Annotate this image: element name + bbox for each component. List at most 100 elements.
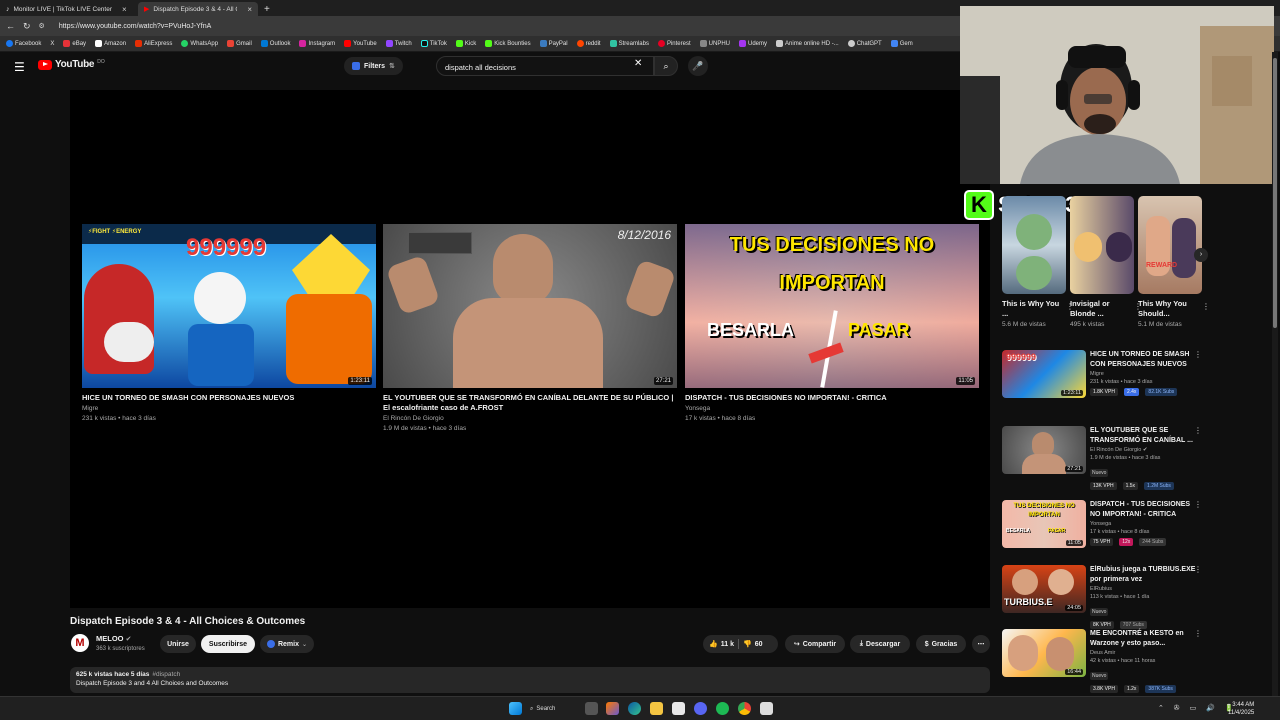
bookmark-kick[interactable]: Kick [455,40,476,47]
short-thumbnail[interactable] [1070,196,1134,294]
bookmark-ebay[interactable]: eBay [63,40,86,47]
close-icon[interactable]: × [122,5,127,14]
endcard-video[interactable]: TUS DECISIONES NO IMPORTAN BESARLA PASAR… [685,224,979,423]
chrome-icon[interactable] [738,702,751,715]
scrollbar-thumb[interactable] [1273,58,1277,328]
search-input[interactable] [437,58,617,77]
subscribe-button[interactable]: Suscribirse [201,635,255,653]
dislike-button[interactable]: 👎 60 [743,640,763,649]
new-tab-button[interactable]: + [258,2,276,16]
bookmark-kick-bounties[interactable]: Kick Bounties [485,40,531,47]
short-item[interactable]: REWARD This Why You Should... 5.1 M de v… [1138,196,1210,328]
site-info-icon[interactable]: ⚙ [39,22,45,30]
bookmark-paypal[interactable]: PayPal [539,40,568,47]
bookmark-youtube[interactable]: YouTube [344,40,377,47]
bookmark-chatgpt[interactable]: ChatGPT [847,40,882,47]
scrollbar[interactable] [1272,52,1278,696]
endcard-thumbnail[interactable]: ⚡FIGHT ⚡ENERGY 999999 1:23:11 [82,224,376,388]
bookmark-whatsapp[interactable]: WhatsApp [181,40,218,47]
bookmark-gmail[interactable]: Gmail [227,40,252,47]
rec-thumbnail[interactable]: TURBIUS.E 24:05 [1002,565,1086,613]
close-icon[interactable]: × [247,5,252,14]
bookmark-gem[interactable]: Gem [890,40,913,47]
thanks-button[interactable]: $ Gracias [916,635,966,653]
copilot-icon[interactable] [606,702,619,715]
share-button[interactable]: ↪ Compartir [785,635,845,653]
tab-tiktok-monitor[interactable]: ♪ Monitor LIVE | TikTok LIVE Center × [0,2,138,16]
clock[interactable]: 3:44 AM 11/4/2025 [1228,701,1254,717]
list-item[interactable]: 999999 1:23:11 HICE UN TORNEO DE SMASH C… [1002,350,1212,410]
notepad-icon[interactable] [760,702,773,715]
rec-thumbnail[interactable]: TUS DECISIONES NO IMPORTAN BESARLA PASAR… [1002,500,1086,548]
endcard-title[interactable]: EL YOUTUBER QUE SE TRANSFORMÓ EN CANÍBAL… [383,393,677,413]
rec-thumbnail[interactable]: 999999 1:23:11 [1002,350,1086,398]
rec-thumbnail[interactable]: 16:44 [1002,629,1086,677]
bookmark-tiktok[interactable]: TikTok [420,40,447,47]
bookmark-pinterest[interactable]: Pinterest [657,40,691,47]
description-box[interactable]: 625 k vistas hace 5 días #dispatch Dispat… [70,667,990,693]
endcard-thumbnail[interactable]: 8/12/2016 27:21 [383,224,677,388]
video-player[interactable]: ⚡FIGHT ⚡ENERGY 999999 1:23:11 HICE UN TO… [70,90,990,608]
bookmark-anime[interactable]: Anime online HD -... [776,40,839,47]
clear-search-icon[interactable]: ✕ [634,58,642,69]
system-tray[interactable]: ⌃ ✇ ▭ 🔊 🔋 [1158,704,1238,712]
download-button[interactable]: ⤓ Descargar [850,635,910,653]
remix-button[interactable]: Remix ⌄ [260,635,314,653]
more-options-icon[interactable]: ⋮ [1202,302,1210,311]
short-thumbnail[interactable]: REWARD [1138,196,1202,294]
mic-icon[interactable]: 🎤 [688,56,708,76]
more-options-icon[interactable]: ⋮ [1194,350,1202,359]
more-options-icon[interactable]: ⋮ [1194,500,1202,509]
hashtag-link[interactable]: #dispatch [152,671,180,678]
bookmark-instagram[interactable]: Instagram [299,40,335,47]
menu-icon[interactable]: ☰ [14,60,25,74]
endcard-title[interactable]: HICE UN TORNEO DE SMASH CON PERSONAJES N… [82,393,376,403]
bookmark-udemy[interactable]: Udemy [739,40,767,47]
endcard-thumbnail[interactable]: TUS DECISIONES NO IMPORTAN BESARLA PASAR… [685,224,979,388]
filters-button[interactable]: Filters ⇅ [344,57,403,75]
bookmark-amazon[interactable]: Amazon [95,40,126,47]
url-field[interactable]: https://www.youtube.com/watch?v=PVuHoJ-Y… [59,23,211,30]
back-icon[interactable]: ← [6,21,15,31]
list-item[interactable]: 16:44 ME ENCONTRÉ a KESTO en Warzone y e… [1002,629,1212,693]
search-button[interactable]: ⌕ [654,56,678,76]
list-item[interactable]: 27:21 EL YOUTUBER QUE SE TRANSFORMÓ EN C… [1002,426,1212,490]
store-icon[interactable] [672,702,685,715]
bookmark-x[interactable]: X [50,41,54,47]
spotify-icon[interactable] [716,702,729,715]
taskbar-search[interactable]: ⌕ Search [530,702,574,716]
endcard-video[interactable]: ⚡FIGHT ⚡ENERGY 999999 1:23:11 HICE UN TO… [82,224,376,423]
bookmark-aliexpress[interactable]: AliExpress [135,40,172,47]
edge-icon[interactable] [628,702,641,715]
windows-start-icon[interactable] [509,702,522,715]
tab-youtube-dispatch[interactable]: ▶ Dispatch Episode 3 & 4 - All Ch... × [138,2,258,16]
bookmark-facebook[interactable]: Facebook [6,40,41,47]
bookmark-twitch[interactable]: Twitch [385,40,412,47]
like-button[interactable]: 👍 11 k [709,640,734,649]
join-button[interactable]: Unirse [160,635,196,653]
file-explorer-icon[interactable] [650,702,663,715]
short-item[interactable]: Invisigal or Blonde ... 495 k vistas ⋮ [1070,196,1142,328]
list-item[interactable]: TUS DECISIONES NO IMPORTAN BESARLA PASAR… [1002,500,1212,560]
task-view-icon[interactable] [585,702,598,715]
bookmark-reddit[interactable]: reddit [576,40,601,47]
bookmark-streamlabs[interactable]: Streamlabs [609,40,649,47]
bookmark-unphu[interactable]: UNPHU [699,40,730,47]
more-actions-button[interactable]: ⋯ [972,635,990,653]
bookmark-outlook[interactable]: Outlook [260,40,290,47]
chevron-right-icon[interactable]: › [1194,248,1208,262]
reload-icon[interactable]: ↻ [23,21,31,32]
list-item[interactable]: TURBIUS.E 24:05 ElRubius juega a TURBIUS… [1002,565,1212,629]
channel-name[interactable]: MELOO ✔ [96,634,131,643]
more-options-icon[interactable]: ⋮ [1194,565,1202,574]
rec-thumbnail[interactable]: 27:21 [1002,426,1086,474]
more-options-icon[interactable]: ⋮ [1194,426,1202,435]
endcard-title[interactable]: DISPATCH - TUS DECISIONES NO IMPORTAN! -… [685,393,979,403]
avatar[interactable]: M [71,634,89,652]
short-item[interactable]: This is Why You ... 5.6 M de vistas ⋮ [1002,196,1074,328]
more-options-icon[interactable]: ⋮ [1194,629,1202,638]
short-thumbnail[interactable] [1002,196,1066,294]
discord-icon[interactable] [694,702,707,715]
endcard-video[interactable]: 8/12/2016 27:21 EL YOUTUBER QUE SE TRANS… [383,224,677,433]
youtube-logo[interactable]: YouTube DO [38,59,105,70]
